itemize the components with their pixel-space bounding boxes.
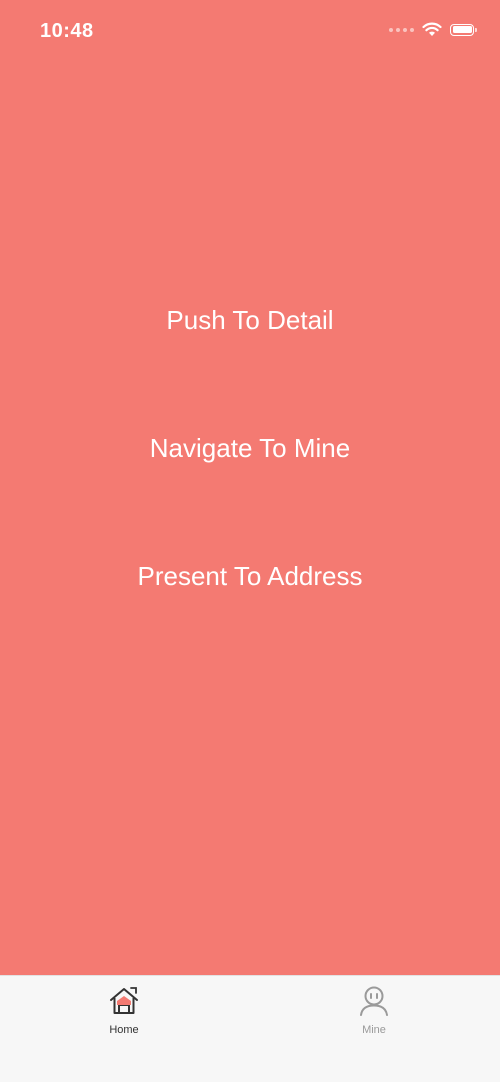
push-to-detail-button[interactable]: Push To Detail xyxy=(0,305,500,336)
status-indicators xyxy=(389,22,477,37)
tab-mine-label: Mine xyxy=(362,1024,386,1036)
present-to-address-button[interactable]: Present To Address xyxy=(0,561,500,592)
cellular-signal-icon xyxy=(389,27,414,32)
tab-home-label: Home xyxy=(109,1024,139,1036)
tab-home[interactable]: Home xyxy=(79,984,169,1036)
wifi-icon xyxy=(422,22,442,36)
status-time: 10:48 xyxy=(40,20,94,42)
person-icon xyxy=(360,986,388,1016)
home-icon xyxy=(110,987,138,1014)
home-screen: 10:48 Push To Detail Navigate To Mine Pr… xyxy=(0,0,500,1082)
tab-bar: Home Mine xyxy=(0,975,500,1082)
tab-mine[interactable]: Mine xyxy=(329,984,419,1036)
battery-icon xyxy=(450,23,477,36)
status-bar: 10:48 xyxy=(0,0,500,60)
navigate-to-mine-button[interactable]: Navigate To Mine xyxy=(0,433,500,464)
